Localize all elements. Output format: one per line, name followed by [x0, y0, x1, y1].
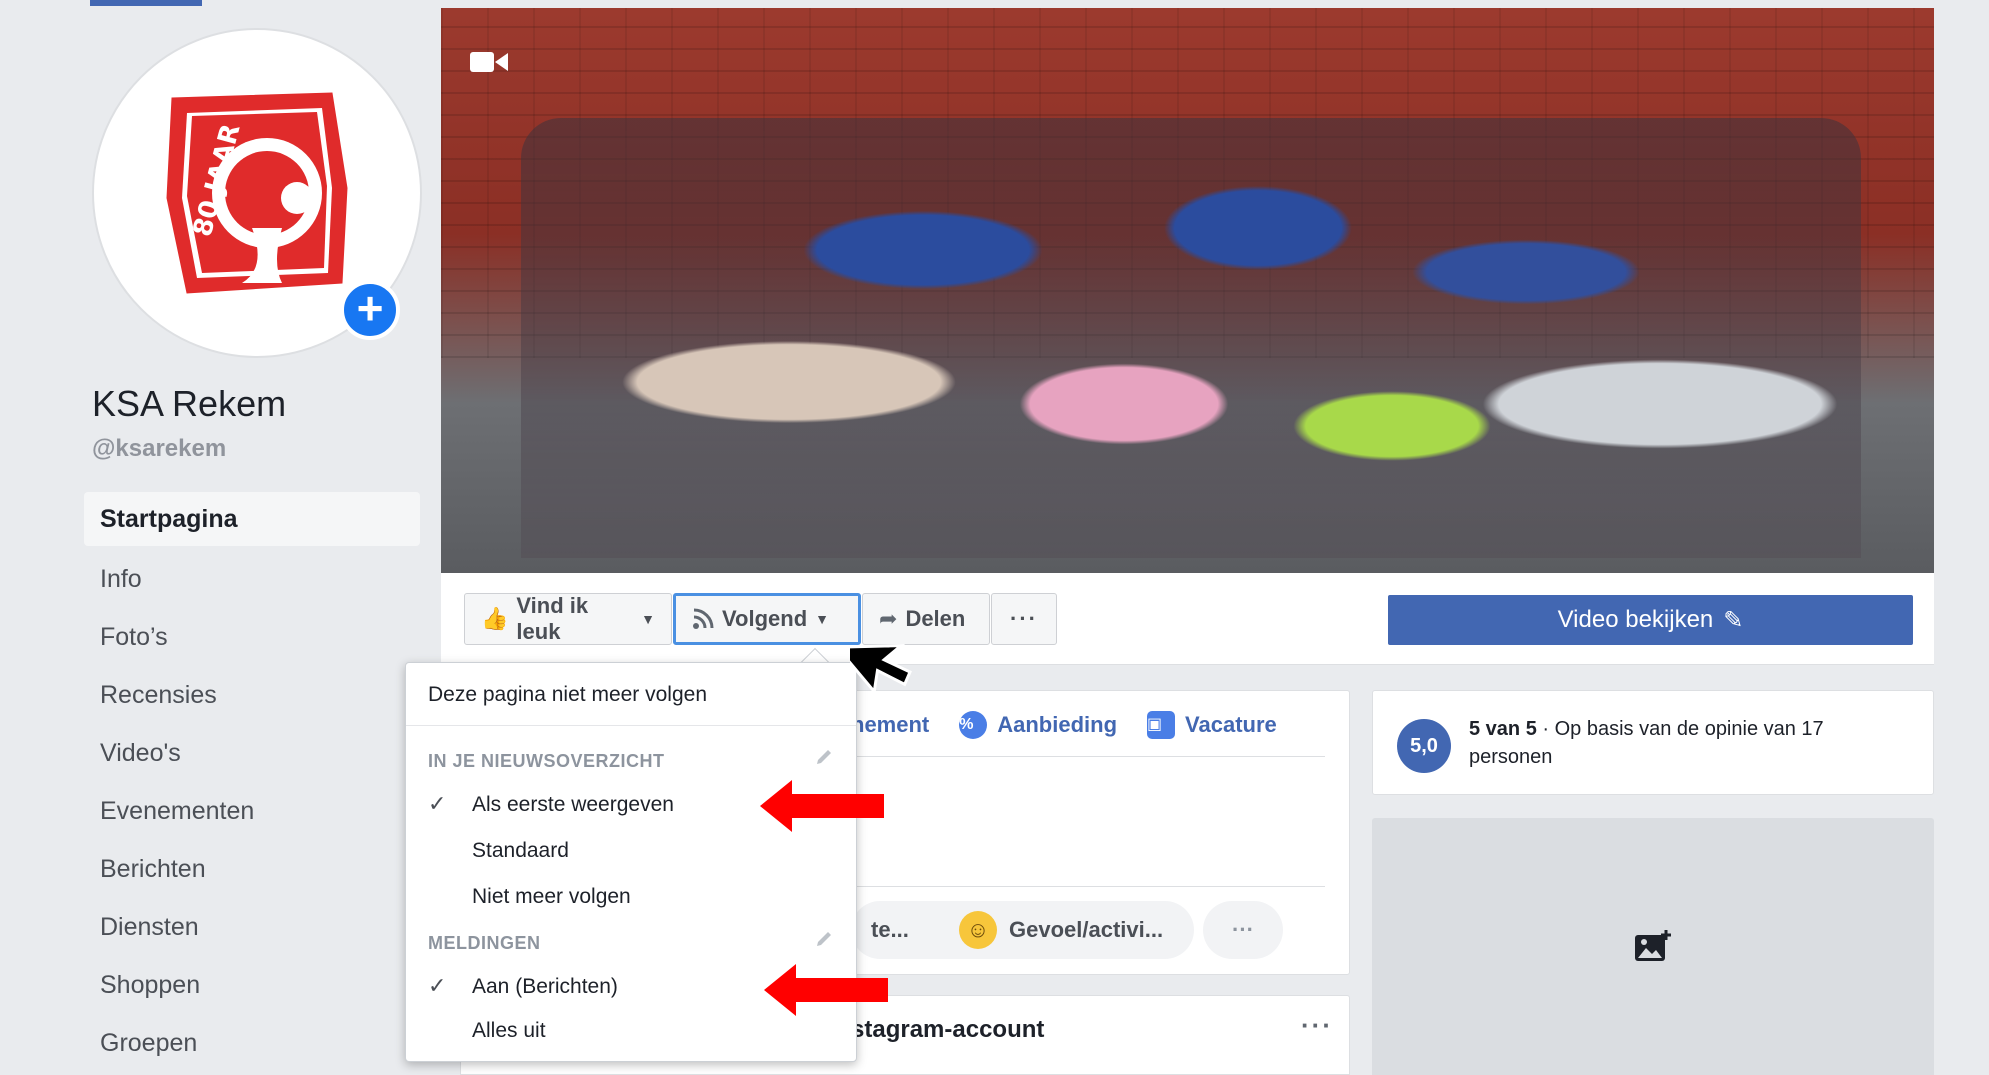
divider — [851, 886, 1325, 887]
video-camera-icon[interactable] — [469, 48, 509, 76]
tab-offer-label: Aanbieding — [997, 712, 1118, 737]
nav-item-posts[interactable]: Berichten — [84, 840, 420, 898]
nav-item-reviews[interactable]: Recensies — [84, 666, 420, 724]
nav-item-shop[interactable]: Shoppen — [84, 956, 420, 1014]
nav-item-photos[interactable]: Foto’s — [84, 608, 420, 666]
menu-item-unfollow-page[interactable]: Deze pagina niet meer volgen — [428, 683, 707, 707]
checkmark-icon: ✓ — [428, 973, 447, 998]
left-navigation: Startpagina Info Foto’s Recensies Video'… — [84, 492, 420, 1072]
news-feed-header: IN JE NIEUWSOVERZICHT — [428, 751, 665, 771]
feeling-label: Gevoel/activi... — [1009, 917, 1164, 942]
nav-item-info[interactable]: Info — [84, 550, 420, 608]
nav-item-groups[interactable]: Groepen — [84, 1014, 420, 1072]
menu-divider — [406, 725, 856, 726]
composer-tabs: nement % Aanbieding ▣ Vacature — [851, 711, 1277, 739]
tab-event-label: nement — [851, 712, 930, 737]
notifications-header: MELDINGEN — [428, 933, 541, 953]
page-title: KSA Rekem — [92, 383, 287, 424]
instagram-more-button[interactable]: ··· — [1301, 1010, 1333, 1041]
rating-score: 5 van 5 — [1469, 718, 1537, 740]
rating-card: 5,0 5 van 5 · Op basis van de opinie van… — [1372, 690, 1934, 795]
watch-video-button[interactable]: Video bekijken ✎ — [1388, 595, 1913, 645]
follow-button[interactable]: Volgend ▼ — [673, 593, 861, 645]
tab-job-label: Vacature — [1185, 712, 1277, 737]
like-label: Vind ik leuk — [516, 593, 589, 644]
nav-item-services[interactable]: Diensten — [84, 898, 420, 956]
pencil-icon: ✎ — [1723, 606, 1744, 634]
divider — [851, 756, 1325, 757]
thumbs-up-icon: 👍 — [481, 606, 509, 631]
pill-label: te... — [871, 917, 909, 942]
cover-photo[interactable] — [441, 8, 1934, 573]
nav-item-videos[interactable]: Video's — [84, 724, 420, 782]
rating-badge: 5,0 — [1397, 719, 1451, 773]
annotation-arrow-icon — [760, 780, 884, 832]
like-button[interactable]: 👍 Vind ik leuk ▼ — [464, 593, 672, 645]
tab-event[interactable]: nement — [851, 711, 929, 739]
nav-item-events[interactable]: Evenementen — [84, 782, 420, 840]
checkmark-icon: ✓ — [428, 791, 447, 816]
briefcase-icon: ▣ — [1147, 711, 1176, 739]
chevron-down-icon: ▼ — [641, 611, 655, 627]
menu-item-notifications-off[interactable]: Alles uit — [472, 1019, 546, 1043]
nav-item-startpagina[interactable]: Startpagina — [84, 492, 420, 546]
tab-offer[interactable]: % Aanbieding — [959, 711, 1117, 739]
mouse-cursor-icon — [850, 644, 912, 696]
feeling-activity-button[interactable]: ☺ Gevoel/activi... — [939, 901, 1194, 959]
composer-more-button[interactable]: ··· — [1203, 901, 1283, 959]
percent-icon: % — [959, 711, 988, 739]
cover-group-photo — [521, 118, 1861, 558]
add-profile-photo-button[interactable]: + — [340, 280, 400, 340]
video-button-label: Video bekijken — [1557, 606, 1714, 633]
add-photo-icon — [1635, 930, 1671, 961]
follow-label: Volgend — [722, 606, 808, 631]
menu-item-unfollow[interactable]: Niet meer volgen — [472, 885, 631, 909]
menu-item-see-first[interactable]: Als eerste weergeven — [472, 793, 674, 817]
more-options-button[interactable]: ··· — [991, 593, 1057, 645]
page-action-bar: 👍 Vind ik leuk ▼ Volgend ▼ ➦ Delen ··· V… — [441, 573, 1934, 665]
menu-item-notifications-on[interactable]: Aan (Berichten) — [472, 975, 618, 999]
media-placeholder-card[interactable] — [1372, 818, 1934, 1075]
menu-item-default[interactable]: Standaard — [472, 839, 569, 863]
annotation-arrow-icon — [764, 964, 888, 1016]
chevron-down-icon: ▼ — [815, 611, 830, 627]
pencil-icon[interactable] — [814, 929, 834, 949]
instagram-title: stagram-account — [851, 1016, 1045, 1043]
ksa-logo-icon: 80 JAAR — [166, 92, 348, 294]
page-handle[interactable]: @ksarekem — [92, 435, 226, 463]
pencil-icon[interactable] — [814, 747, 834, 767]
smiley-icon: ☺ — [959, 911, 997, 949]
rss-icon — [693, 608, 714, 629]
rating-summary[interactable]: 5 van 5 · Op basis van de opinie van 17 … — [1469, 715, 1899, 771]
tab-job[interactable]: ▣ Vacature — [1147, 711, 1277, 739]
top-tab-indicator — [90, 0, 202, 6]
